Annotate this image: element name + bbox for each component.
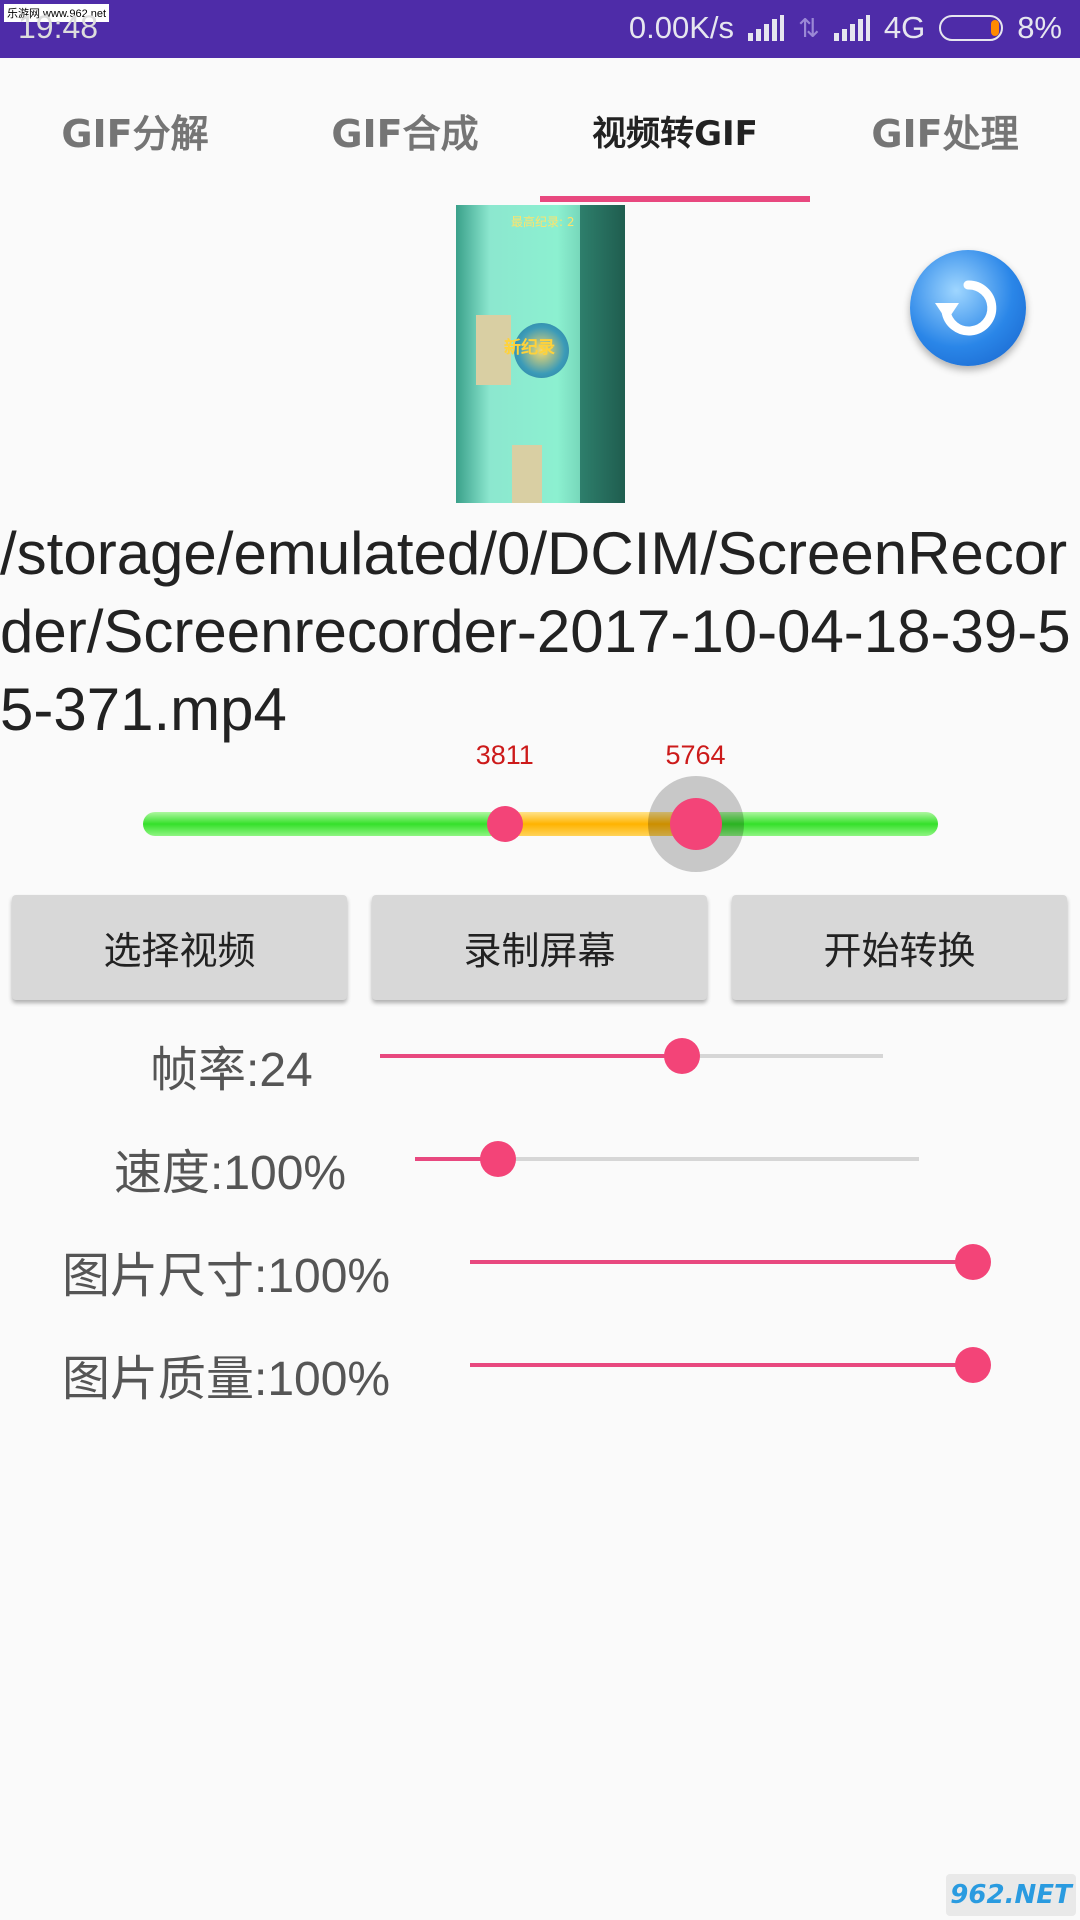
- frame-rate-label: 帧率:24: [150, 1044, 313, 1097]
- data-arrows-icon: ⇅: [798, 12, 820, 43]
- slider-fill: [380, 1054, 682, 1058]
- thumb-top-text: 最高纪录: 2: [511, 215, 575, 229]
- tab-gif-split[interactable]: GIF分解: [0, 58, 270, 203]
- status-time: 19:48: [18, 9, 99, 45]
- image-quality-label: 图片质量:100%: [62, 1353, 391, 1406]
- record-screen-button[interactable]: 录制屏幕: [372, 895, 707, 1000]
- refresh-icon: [935, 280, 997, 336]
- select-video-button[interactable]: 选择视频: [12, 895, 347, 1000]
- range-end-label: 5764: [665, 740, 726, 770]
- status-right: 0.00K/s ⇅ 4G 8%: [629, 10, 1062, 46]
- tab-gif-process[interactable]: GIF处理: [810, 58, 1080, 203]
- tab-bar: GIF分解 GIF合成 视频转GIF GIF处理: [0, 58, 1080, 203]
- speed-label: 速度:100%: [114, 1147, 347, 1200]
- status-bar: 乐游网 www.962.net 19:48 0.00K/s ⇅ 4G 8%: [0, 0, 1080, 58]
- slider-thumb[interactable]: [480, 1141, 517, 1177]
- thumb-wall: [580, 205, 625, 503]
- network-type: 4G: [883, 10, 926, 45]
- slider-thumb[interactable]: [663, 1038, 700, 1074]
- range-labels: 3811 5764: [0, 740, 1080, 776]
- signal-icon: [833, 15, 870, 41]
- start-convert-button[interactable]: 开始转换: [732, 895, 1067, 1000]
- speed-slider[interactable]: [415, 1141, 919, 1177]
- range-start-handle[interactable]: [486, 806, 523, 842]
- range-start-label: 3811: [475, 740, 534, 770]
- tab-indicator: [540, 196, 810, 202]
- frame-rate-slider[interactable]: [380, 1038, 883, 1074]
- tab-video-to-gif[interactable]: 视频转GIF: [540, 58, 810, 203]
- battery-icon: [939, 15, 1004, 41]
- site-watermark-logo: 962.NET: [946, 1874, 1076, 1916]
- image-size-label: 图片尺寸:100%: [62, 1250, 391, 1303]
- net-speed: 0.00K/s: [628, 10, 735, 45]
- battery-percent: 8%: [1017, 10, 1062, 45]
- file-path: /storage/emulated/0/DCIM/ScreenRecorder/…: [0, 520, 1071, 743]
- thumb-badge-text: 新纪录: [504, 338, 555, 358]
- video-thumbnail[interactable]: 最高纪录: 2 新纪录: [456, 205, 625, 503]
- slider-fill: [470, 1260, 973, 1264]
- refresh-button[interactable]: [910, 250, 1026, 366]
- thumb-block: [512, 445, 542, 503]
- signal-icon: [748, 15, 785, 41]
- slider-thumb[interactable]: [955, 1347, 991, 1383]
- range-end-handle[interactable]: [669, 798, 722, 850]
- slider-fill: [470, 1363, 973, 1367]
- slider-thumb[interactable]: [955, 1244, 991, 1280]
- image-quality-slider[interactable]: [470, 1347, 991, 1383]
- tab-gif-compose[interactable]: GIF合成: [270, 58, 540, 203]
- image-size-slider[interactable]: [470, 1244, 991, 1280]
